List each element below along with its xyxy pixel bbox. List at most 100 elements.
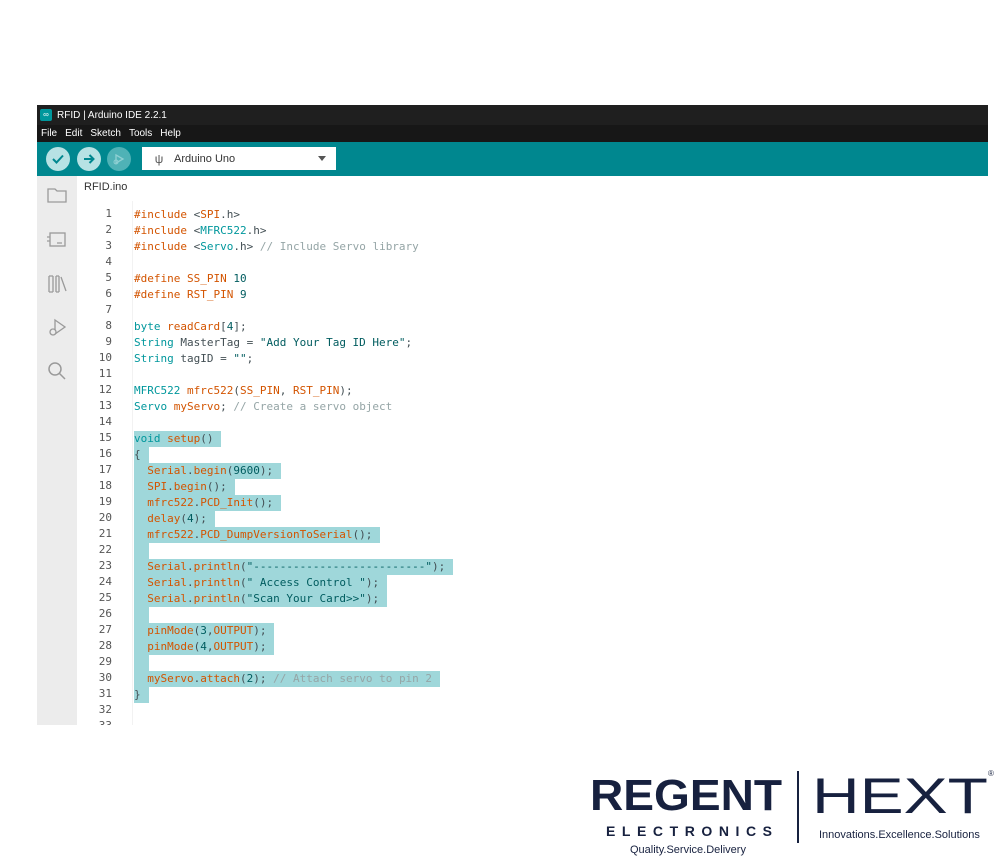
code-line[interactable]: Serial.println("------------------------… <box>134 559 445 575</box>
selection-highlight <box>134 607 149 623</box>
code-line[interactable]: pinMode(3,OUTPUT); <box>134 623 266 639</box>
window-title: RFID | Arduino IDE 2.2.1 <box>57 109 167 121</box>
code-editor[interactable]: 1 2 3 4 5 6 7 8 9 10 11 12 13 14 15 16 17 18 19 20 21 22 23 24 2… <box>77 201 988 725</box>
code-line[interactable]: Servo myServo; // Create a servo object <box>134 399 392 415</box>
code-line[interactable]: void setup() <box>134 431 214 447</box>
code-line[interactable]: #include <SPI.h> <box>134 207 240 223</box>
code-area[interactable]: #include <SPI.h> #include <MFRC522.h> #inc… <box>134 201 984 725</box>
line-number: 24 <box>98 575 112 588</box>
line-number: 29 <box>98 655 112 668</box>
board-selector[interactable]: ψ Arduino Uno <box>142 147 336 170</box>
sidebar <box>37 176 77 725</box>
tab-bar: RFID.ino <box>77 176 988 203</box>
chevron-down-icon <box>318 156 326 161</box>
selection-highlight <box>134 543 149 559</box>
code-line[interactable]: #include <Servo.h> // Include Servo libr… <box>134 239 419 255</box>
line-number: 18 <box>98 479 112 492</box>
code-line[interactable]: pinMode(4,OUTPUT); <box>134 639 266 655</box>
code-line[interactable]: myServo.attach(2); // Attach servo to pi… <box>134 671 432 687</box>
code-line[interactable]: String MasterTag = "Add Your Tag ID Here… <box>134 335 412 351</box>
line-number: 32 <box>98 703 112 716</box>
code-line[interactable]: byte readCard[4]; <box>134 319 247 335</box>
search-icon[interactable] <box>46 360 68 382</box>
line-number: 8 <box>105 319 112 332</box>
line-number: 12 <box>98 383 112 396</box>
board-name: Arduino Uno <box>174 152 236 165</box>
line-number: 25 <box>98 591 112 604</box>
line-number: 4 <box>105 255 112 268</box>
line-number: 27 <box>98 623 112 636</box>
line-number: 22 <box>98 543 112 556</box>
toolbar: ψ Arduino Uno <box>37 142 988 176</box>
arrow-right-icon <box>84 154 95 164</box>
tab-rfid-ino[interactable]: RFID.ino <box>77 176 135 203</box>
check-icon <box>52 154 64 164</box>
code-line[interactable]: { <box>134 447 141 463</box>
debug-button[interactable] <box>107 147 131 171</box>
line-number: 1 <box>105 207 112 220</box>
verify-button[interactable] <box>46 147 70 171</box>
line-number: 13 <box>98 399 112 412</box>
line-number: 28 <box>98 639 112 652</box>
line-number: 16 <box>98 447 112 460</box>
selection-highlight <box>134 655 149 671</box>
gutter-divider <box>132 201 133 725</box>
menu-file[interactable]: File <box>41 128 57 139</box>
code-line[interactable]: MFRC522 mfrc522(SS_PIN, RST_PIN); <box>134 383 353 399</box>
regent-logo-text: REGENT <box>590 771 782 820</box>
code-line[interactable]: Serial.println("Scan Your Card>>"); <box>134 591 379 607</box>
menu-edit[interactable]: Edit <box>65 128 82 139</box>
menu-help[interactable]: Help <box>160 128 181 139</box>
hext-tagline: Innovations.Excellence.Solutions <box>819 829 980 841</box>
line-number: 3 <box>105 239 112 252</box>
line-number: 11 <box>98 367 112 380</box>
registered-mark: ® <box>988 769 994 778</box>
line-number-gutter: 1 2 3 4 5 6 7 8 9 10 11 12 13 14 15 16 17 18 19 20 21 22 23 24 2… <box>77 201 132 725</box>
arduino-ide-window: ∞ RFID | Arduino IDE 2.2.1 File Edit Ske… <box>37 105 988 725</box>
regent-tagline: Quality.Service.Delivery <box>630 844 746 856</box>
code-line[interactable]: #define SS_PIN 10 <box>134 271 247 287</box>
menu-tools[interactable]: Tools <box>129 128 152 139</box>
line-number: 31 <box>98 687 112 700</box>
debug-icon[interactable] <box>46 316 68 338</box>
line-number: 6 <box>105 287 112 300</box>
line-number: 26 <box>98 607 112 620</box>
line-number: 21 <box>98 527 112 540</box>
code-line[interactable]: delay(4); <box>134 511 207 527</box>
code-line[interactable]: mfrc522.PCD_Init(); <box>134 495 273 511</box>
company-logo: REGENT ELECTRONICS Quality.Service.Deliv… <box>590 768 994 856</box>
line-number: 15 <box>98 431 112 444</box>
menu-bar: File Edit Sketch Tools Help <box>37 125 988 142</box>
code-line[interactable]: } <box>134 687 141 703</box>
board-icon[interactable] <box>46 228 68 250</box>
code-line[interactable]: #define RST_PIN 9 <box>134 287 247 303</box>
code-line[interactable]: SPI.begin(); <box>134 479 227 495</box>
line-number: 7 <box>105 303 112 316</box>
line-number: 9 <box>105 335 112 348</box>
usb-icon: ψ <box>154 151 164 166</box>
electronics-logo-text: ELECTRONICS <box>606 823 772 839</box>
line-number: 17 <box>98 463 112 476</box>
code-line[interactable]: Serial.println(" Access Control "); <box>134 575 379 591</box>
debug-icon <box>113 153 125 165</box>
line-number: 23 <box>98 559 112 572</box>
menu-sketch[interactable]: Sketch <box>90 128 121 139</box>
line-number: 30 <box>98 671 112 684</box>
library-icon[interactable] <box>46 273 68 295</box>
hext-logo-text: HEXT <box>812 768 988 824</box>
title-bar: ∞ RFID | Arduino IDE 2.2.1 <box>37 105 988 125</box>
line-number: 5 <box>105 271 112 284</box>
line-number: 19 <box>98 495 112 508</box>
code-line[interactable]: Serial.begin(9600); <box>134 463 273 479</box>
code-line[interactable]: #include <MFRC522.h> <box>134 223 266 239</box>
folder-icon[interactable] <box>46 184 68 206</box>
upload-button[interactable] <box>77 147 101 171</box>
code-line[interactable]: String tagID = ""; <box>134 351 253 367</box>
logo-divider <box>797 771 799 843</box>
line-number: 10 <box>98 351 112 364</box>
line-number: 2 <box>105 223 112 236</box>
code-line[interactable]: mfrc522.PCD_DumpVersionToSerial(); <box>134 527 372 543</box>
line-number: 14 <box>98 415 112 428</box>
line-number: 20 <box>98 511 112 524</box>
arduino-logo-icon: ∞ <box>40 109 52 121</box>
